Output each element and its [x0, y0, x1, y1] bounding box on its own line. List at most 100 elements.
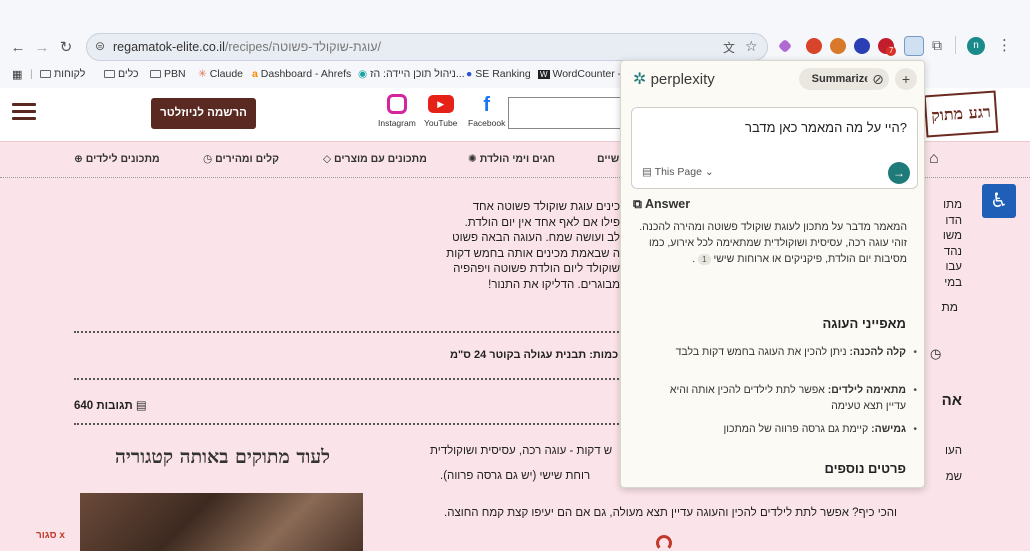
body-text-line: והכי כיף? אפשר לתת לילדים להכין והעוגה ע…: [444, 507, 898, 519]
page-icon: ▤: [642, 166, 652, 178]
close-bar-button[interactable]: סגור x: [36, 530, 65, 541]
folder-icon: [150, 70, 161, 78]
extension-badge-icon[interactable]: 7: [878, 38, 897, 56]
extension-badge-count: 7: [886, 46, 897, 56]
bookmark-label: PBN: [164, 68, 186, 80]
back-icon[interactable]: ←: [8, 38, 28, 58]
bookmark-cms[interactable]: ◉ ניהול תוכן היידה: הז...: [358, 68, 465, 80]
divider: [74, 331, 622, 333]
category-label: קלים ומהירים: [215, 153, 280, 165]
perplexity-extension-icon[interactable]: [904, 36, 924, 56]
site-logo[interactable]: רגע מתוק: [923, 90, 999, 138]
chevron-down-icon: ⌄: [704, 166, 714, 178]
category-holidays[interactable]: חגים וימי הולדת ✺: [468, 153, 555, 165]
intro-line: שוקולד ליום הולדת פשוטה ויפהפיה: [453, 263, 620, 275]
feature-item: קלה להכנה: ניתן להכין את העוגה בחמש דקות…: [666, 344, 917, 360]
bookmark-wordcounter[interactable]: W WordCounter - C: [538, 68, 632, 80]
pen-extension-icon[interactable]: [777, 38, 793, 54]
bookmarks-divider: |: [30, 68, 33, 80]
source-selector[interactable]: ▤ This Page ⌄: [642, 166, 714, 178]
intro-line: כינים עוגת שוקולד פשוטה אחד: [472, 201, 620, 213]
address-bar[interactable]: ⊜ regamatok-elite.co.il/recipes/עוגת-שוק…: [86, 33, 768, 61]
translate-icon[interactable]: ⽂: [723, 39, 735, 56]
edge-line: במי: [944, 276, 962, 289]
answer-heading: ⧉ Answer: [633, 197, 690, 212]
divider: [74, 423, 622, 425]
feature-title: קלה להכנה:: [849, 346, 907, 358]
bookmark-folder[interactable]: לקוחות: [40, 68, 85, 80]
feature-text: ניתן להכין את העוגה בחמש דקות בלבד: [675, 346, 850, 358]
perplexity-logo-icon: ✲: [633, 71, 647, 88]
accessibility-icon[interactable]: ♿: [982, 184, 1016, 218]
comments-count[interactable]: 640 תגובות ▤: [74, 398, 147, 412]
hamburger-menu-icon[interactable]: [12, 103, 36, 121]
bookmark-folder[interactable]: PBN: [150, 68, 186, 80]
bookmark-ahrefs[interactable]: a Dashboard - Ahrefs: [252, 68, 351, 80]
facebook-link[interactable]: f Facebook: [468, 94, 505, 128]
citation-badge[interactable]: 1: [698, 254, 711, 265]
bookmark-label: Claude: [209, 68, 244, 80]
clock-icon: ◷: [930, 346, 942, 361]
body-text-line: רוחת שישי (יש גם גרסה פרווה).: [440, 470, 591, 482]
extensions-puzzle-icon[interactable]: ⧉: [932, 37, 942, 54]
youtube-label: YouTube: [424, 118, 458, 128]
profile-avatar[interactable]: n: [967, 37, 985, 55]
instagram-link[interactable]: Instagram: [378, 94, 416, 128]
feature-text: קיימת גם גרסה פרווה של המתכון: [723, 423, 872, 435]
more-menu-icon[interactable]: ⋮: [997, 36, 1012, 54]
url-path: /recipes/עוגת-שוקולד-פשוטה/: [224, 40, 381, 54]
question-text: ?היי על מה המאמר כאן מדבר: [745, 120, 907, 135]
bookmark-label: ניהול תוכן היידה: הז...: [370, 68, 465, 80]
body-text-line: ש דקות - עוגה רכה, עסיסית ושוקולדית: [430, 445, 613, 457]
reload-icon[interactable]: ↻: [56, 38, 76, 58]
extension-red-icon[interactable]: [806, 38, 822, 54]
site-info-icon[interactable]: ⊜: [95, 39, 105, 53]
party-icon: ✺: [468, 153, 477, 165]
bookmark-label: כלים: [118, 68, 139, 80]
intro-line: מבוגרים. הדליקו את התנור!: [488, 278, 620, 291]
category-kids[interactable]: מתכונים לילדים ⊕: [74, 153, 160, 165]
edge-line: עבו: [945, 261, 962, 273]
bottom-bar: [0, 520, 1030, 551]
link-icon[interactable]: ⊘: [867, 68, 889, 90]
site-search-input[interactable]: [508, 97, 623, 129]
source-label: This Page: [654, 166, 702, 178]
apps-grid-icon[interactable]: ▦: [12, 68, 22, 81]
bookmark-seranking[interactable]: ● SE Ranking: [466, 68, 531, 80]
intro-line: ה שבאמת מכינים אותה בחמש דקות: [446, 247, 620, 260]
intro-line: פילו אם לאף אחד אין יום הולדת.: [464, 216, 620, 229]
more-in-category-heading: לעוד מתוקים באותה קטגוריה: [115, 446, 330, 468]
bookmark-star-icon[interactable]: ☆: [745, 38, 758, 55]
instagram-icon: [386, 94, 407, 114]
bookmark-label: לקוחות: [54, 68, 86, 80]
forward-icon[interactable]: →: [32, 38, 52, 58]
category-label: מתכונים לילדים: [85, 153, 160, 165]
wordcounter-icon: W: [538, 70, 550, 79]
seranking-icon: ●: [466, 68, 473, 80]
question-input[interactable]: ?היי על מה המאמר כאן מדבר ▤ This Page ⌄ …: [631, 107, 918, 189]
youtube-icon: ▶: [427, 95, 454, 113]
category-quick[interactable]: קלים ומהירים ◷: [203, 153, 279, 165]
bookmark-label: SE Ranking: [475, 68, 531, 80]
feature-item: מתאימה לילדים: אפשר לתת לילדים להכין אות…: [666, 382, 917, 414]
url-domain: regamatok-elite.co.il: [113, 40, 225, 54]
youtube-link[interactable]: ▶ YouTube: [424, 94, 457, 128]
folder-icon: [40, 70, 51, 78]
edge-line: מתו: [943, 199, 962, 211]
perplexity-brand: perplexity: [650, 71, 715, 88]
diamond-icon: ◇: [323, 153, 332, 165]
edge-line: משו: [942, 230, 962, 242]
bookmark-claude[interactable]: ✳ Claude: [198, 68, 243, 80]
send-button[interactable]: →: [888, 162, 910, 184]
extension-cookie-icon[interactable]: [830, 38, 846, 54]
open-external-icon[interactable]: ⧉: [633, 197, 642, 211]
extension-blue-icon[interactable]: [854, 38, 870, 54]
comments-label: 640 תגובות: [74, 400, 133, 412]
newsletter-signup-button[interactable]: הרשמה לניוזלטר: [151, 98, 256, 129]
new-thread-icon[interactable]: +: [895, 68, 917, 90]
right-column-text: מתו הדו משו נהד עבו במי: [922, 198, 962, 291]
more-details-heading: פרטים נוספים: [824, 461, 906, 476]
category-products[interactable]: מתכונים עם מוצרים ◇: [323, 153, 427, 165]
bookmark-folder[interactable]: כלים: [104, 68, 139, 80]
category-partial[interactable]: שיים: [597, 153, 619, 165]
